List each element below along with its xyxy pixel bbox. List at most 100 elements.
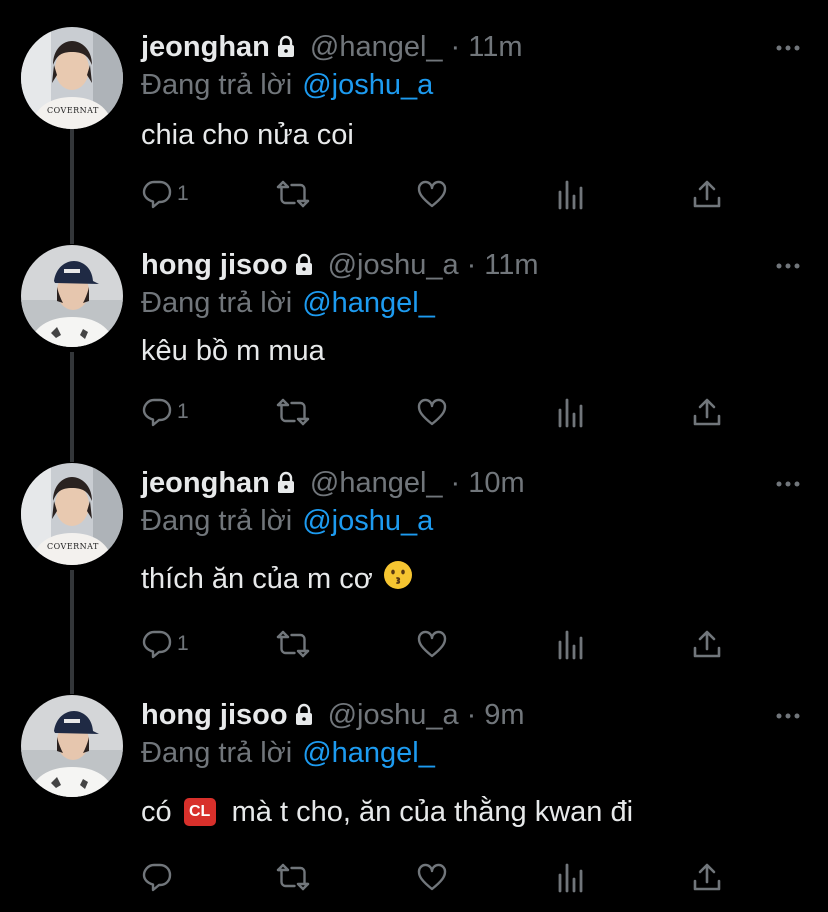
avatar[interactable] [21,245,123,347]
retweet-button[interactable] [275,859,311,895]
share-button[interactable] [691,626,723,662]
separator: · [450,30,461,63]
more-icon[interactable] [773,701,803,731]
tweet-header: hong jisoo @joshu_a · 9m [141,695,525,735]
display-name[interactable]: hong jisoo [141,249,288,282]
display-name[interactable]: hong jisoo [141,699,288,732]
like-button[interactable] [416,176,448,212]
like-button[interactable] [416,626,448,662]
reply-icon [141,178,173,210]
action-bar: 1 [141,176,741,212]
reply-icon [141,861,173,893]
separator: · [466,248,477,281]
share-icon [691,861,723,893]
avatar-shirt-print: COVERNAT [47,106,99,115]
retweet-icon [275,861,311,893]
like-button[interactable] [416,859,448,895]
tweet-text: kêu bồ m mua [141,331,325,371]
share-icon [691,178,723,210]
analytics-icon [555,396,587,428]
display-name[interactable]: jeonghan [141,31,270,64]
handle[interactable]: @joshu_a [328,699,459,732]
reply-count: 1 [177,632,189,655]
analytics-button[interactable] [555,626,587,662]
handle[interactable]: @joshu_a [328,249,459,282]
replying-to: Đang trả lời @joshu_a [141,67,433,103]
replying-to-label: Đang trả lời [141,286,293,319]
share-icon [691,396,723,428]
reply-button[interactable]: 1 [141,626,189,662]
retweet-icon [275,628,311,660]
share-icon [691,628,723,660]
tweet[interactable]: COVERNAT jeonghan @hangel_ · 10m Đang tr… [0,463,828,673]
tweet-text-content: chia cho nửa coi [141,118,354,151]
avatar[interactable]: COVERNAT [21,463,123,565]
display-name[interactable]: jeonghan [141,467,270,500]
share-button[interactable] [691,859,723,895]
kissing-face-emoji [383,560,413,598]
tweet-text: thích ăn của m cơ [141,559,413,599]
replying-to: Đang trả lời @hangel_ [141,735,435,771]
replying-to-handle[interactable]: @joshu_a [302,69,433,102]
replying-to-label: Đang trả lời [141,68,293,101]
retweet-icon [275,396,311,428]
tweet-text-after: mà t cho, ăn của thằng kwan đi [231,795,634,828]
analytics-icon [555,178,587,210]
replying-to-label: Đang trả lời [141,504,293,537]
lock-icon [274,471,298,495]
replying-to-label: Đang trả lời [141,736,293,769]
analytics-button[interactable] [555,394,587,430]
handle[interactable]: @hangel_ [310,31,443,64]
timestamp[interactable]: 9m [484,699,524,732]
timestamp[interactable]: 11m [468,31,522,64]
tweet-text: chia cho nửa coi [141,115,354,155]
share-button[interactable] [691,394,723,430]
like-icon [416,628,448,660]
reply-button[interactable] [141,859,177,895]
retweet-button[interactable] [275,626,311,662]
reply-button[interactable]: 1 [141,176,189,212]
more-icon[interactable] [773,33,803,63]
tweet[interactable]: COVERNAT jeonghan @hangel_ · 11m Đang tr… [0,27,828,227]
replying-to-handle[interactable]: @joshu_a [302,505,433,538]
tweet-header: jeonghan @hangel_ · 11m [141,27,522,67]
lock-icon [274,35,298,59]
replying-to-handle[interactable]: @hangel_ [302,287,435,320]
reply-icon [141,628,173,660]
separator: · [450,466,461,499]
retweet-button[interactable] [275,176,311,212]
analytics-button[interactable] [555,859,587,895]
timestamp[interactable]: 10m [468,467,524,500]
tweet-text-content: kêu bồ m mua [141,334,325,367]
separator: · [466,698,477,731]
retweet-icon [275,178,311,210]
more-icon[interactable] [773,251,803,281]
action-bar: 1 [141,626,741,662]
more-icon[interactable] [773,469,803,499]
replying-to-handle[interactable]: @hangel_ [302,737,435,770]
handle[interactable]: @hangel_ [310,467,443,500]
tweet-text-content: thích ăn của m cơ [141,562,373,595]
reply-button[interactable]: 1 [141,394,189,430]
avatar-shirt-print: COVERNAT [47,542,99,551]
analytics-icon [555,628,587,660]
analytics-button[interactable] [555,176,587,212]
avatar[interactable] [21,695,123,797]
like-button[interactable] [416,394,448,430]
replying-to: Đang trả lời @joshu_a [141,503,433,539]
reply-icon [141,396,173,428]
like-icon [416,396,448,428]
tweet[interactable]: hong jisoo @joshu_a · 9m Đang trả lời @h… [0,695,828,905]
reply-count: 1 [177,400,189,423]
retweet-button[interactable] [275,394,311,430]
share-button[interactable] [691,176,723,212]
cl-emoji-badge: CL [183,798,216,826]
avatar[interactable]: COVERNAT [21,27,123,129]
tweet-header: jeonghan @hangel_ · 10m [141,463,525,503]
timestamp[interactable]: 11m [484,249,538,282]
like-icon [416,861,448,893]
reply-count: 1 [177,182,189,205]
tweet-header: hong jisoo @joshu_a · 11m [141,245,539,285]
replying-to: Đang trả lời @hangel_ [141,285,435,321]
tweet[interactable]: hong jisoo @joshu_a · 11m Đang trả lời @… [0,245,828,445]
